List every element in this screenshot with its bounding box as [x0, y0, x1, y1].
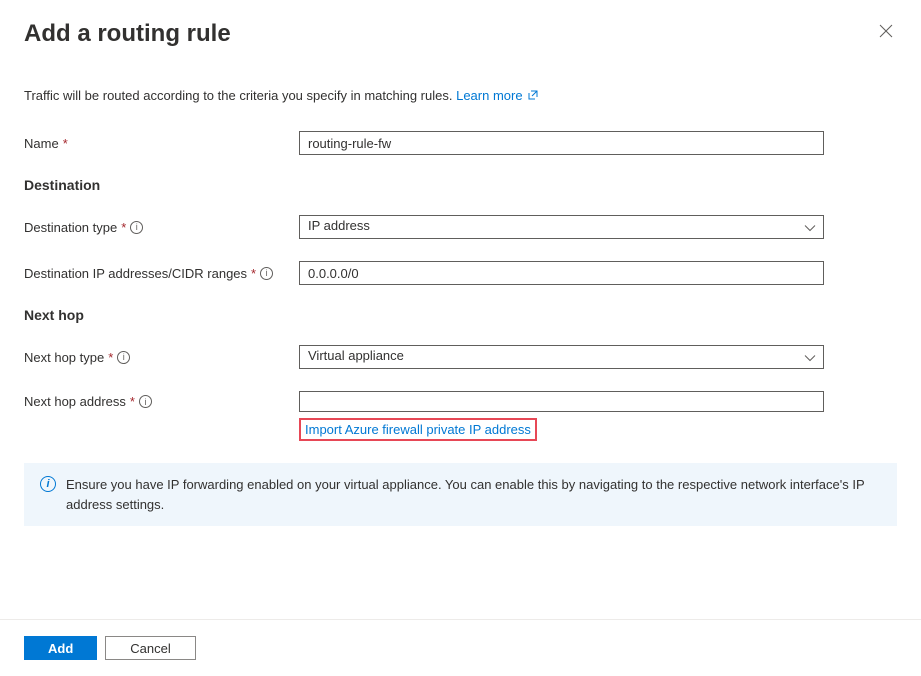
nexthop-address-row: Next hop address * i Import Azure firewa… — [24, 391, 897, 441]
learn-more-link[interactable]: Learn more — [456, 88, 538, 103]
info-icon[interactable]: i — [260, 267, 273, 280]
import-firewall-ip-link[interactable]: Import Azure firewall private IP address — [299, 418, 537, 441]
close-icon — [879, 24, 893, 38]
destination-type-row: Destination type * i IP address — [24, 215, 897, 239]
required-indicator: * — [108, 350, 113, 365]
info-icon[interactable]: i — [117, 351, 130, 364]
nexthop-address-label-text: Next hop address — [24, 394, 126, 409]
add-button[interactable]: Add — [24, 636, 97, 660]
nexthop-section-header: Next hop — [24, 307, 897, 323]
destination-cidr-label-text: Destination IP addresses/CIDR ranges — [24, 266, 247, 281]
close-button[interactable] — [875, 20, 897, 46]
name-label: Name * — [24, 136, 299, 151]
name-label-text: Name — [24, 136, 59, 151]
learn-more-label: Learn more — [456, 88, 522, 103]
info-banner: i Ensure you have IP forwarding enabled … — [24, 463, 897, 526]
required-indicator: * — [130, 394, 135, 409]
required-indicator: * — [251, 266, 256, 281]
destination-cidr-input[interactable] — [299, 261, 824, 285]
nexthop-type-label-text: Next hop type — [24, 350, 104, 365]
page-title: Add a routing rule — [24, 20, 231, 48]
panel-footer: Add Cancel — [0, 619, 921, 676]
external-link-icon — [528, 91, 538, 103]
name-row: Name * — [24, 131, 897, 155]
required-indicator: * — [63, 136, 68, 151]
panel-header: Add a routing rule — [24, 20, 897, 48]
nexthop-type-select[interactable]: Virtual appliance — [299, 345, 824, 369]
nexthop-type-label: Next hop type * i — [24, 350, 299, 365]
destination-type-label: Destination type * i — [24, 220, 299, 235]
name-input[interactable] — [299, 131, 824, 155]
info-icon[interactable]: i — [130, 221, 143, 234]
destination-cidr-label: Destination IP addresses/CIDR ranges * i — [24, 266, 299, 281]
nexthop-type-row: Next hop type * i Virtual appliance — [24, 345, 897, 369]
info-banner-text: Ensure you have IP forwarding enabled on… — [66, 475, 881, 514]
info-banner-icon: i — [40, 476, 56, 492]
nexthop-address-label: Next hop address * i — [24, 391, 299, 409]
required-indicator: * — [121, 220, 126, 235]
description-content: Traffic will be routed according to the … — [24, 88, 456, 103]
destination-cidr-row: Destination IP addresses/CIDR ranges * i — [24, 261, 897, 285]
cancel-button[interactable]: Cancel — [105, 636, 195, 660]
destination-type-select[interactable]: IP address — [299, 215, 824, 239]
destination-type-label-text: Destination type — [24, 220, 117, 235]
description-text: Traffic will be routed according to the … — [24, 88, 897, 103]
nexthop-address-input[interactable] — [299, 391, 824, 412]
info-icon[interactable]: i — [139, 395, 152, 408]
destination-section-header: Destination — [24, 177, 897, 193]
